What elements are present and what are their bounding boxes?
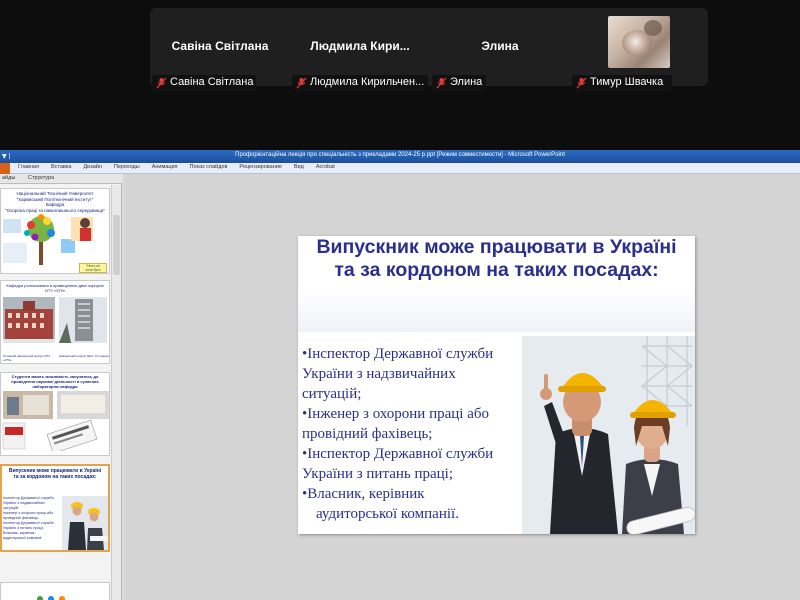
office-button[interactable] bbox=[0, 163, 10, 174]
scrollbar-thumb[interactable] bbox=[113, 215, 120, 275]
thumb-engineers-photo bbox=[62, 496, 108, 550]
participant-name-label: Савіна Світлана bbox=[152, 75, 256, 91]
thumb-text: Випускник може працювати в Україні та за… bbox=[8, 468, 102, 480]
video-blur bbox=[644, 20, 662, 36]
tab-animation[interactable]: Анимация bbox=[152, 164, 178, 170]
slides-pane-scrollbar[interactable] bbox=[111, 185, 121, 600]
tab-design[interactable]: Дизайн bbox=[83, 164, 102, 170]
tab-acrobat[interactable]: Acrobat bbox=[316, 164, 335, 170]
participant-display-name: Савіна Світлана bbox=[171, 39, 269, 53]
tab-slides[interactable]: айды bbox=[2, 175, 15, 181]
window-title: Профорієнтаційна лекція про спеціальніст… bbox=[235, 152, 565, 158]
mic-muted-icon bbox=[576, 77, 587, 89]
thumb-caption: Головний навчальний корпус НТУ «ХПІ» bbox=[3, 354, 51, 362]
slide-title: Випускник може працювати в Україні та за… bbox=[316, 236, 677, 281]
bullet-line: ситуацій; bbox=[302, 386, 362, 402]
thumb-text: Студенти мають можливість залучатись до … bbox=[11, 374, 99, 389]
engineers-illustration bbox=[522, 336, 695, 534]
slide-thumbnail-1[interactable]: Національний Технічний Університет "Харк… bbox=[0, 188, 110, 274]
bullet-line: •Інспектор Державної служби bbox=[302, 446, 494, 462]
thumb-caption: Навчальний корпус №10, 10 поверх bbox=[59, 354, 109, 358]
thumb-buildings-photo bbox=[3, 297, 107, 343]
participant-display-name: Элина bbox=[481, 39, 519, 53]
participant-video bbox=[608, 16, 670, 68]
mic-muted-icon bbox=[156, 77, 167, 89]
pane-tabs: айды Структура bbox=[0, 174, 122, 184]
current-slide[interactable]: Випускник може працювати в Україні та за… bbox=[298, 236, 695, 534]
slide-bullets[interactable]: •Інспектор Державної служби України з на… bbox=[302, 344, 522, 524]
thumb-callout: "Ніхто не хоче бути bbox=[79, 263, 107, 273]
thumb-lab-photos bbox=[2, 391, 109, 454]
tab-view[interactable]: Вид bbox=[294, 164, 304, 170]
bullet-line: провідний фахівець; bbox=[302, 426, 433, 442]
thumb-tree-illustration bbox=[3, 214, 93, 265]
video-gallery: Савіна Світлана Савіна Світлана Людмила … bbox=[150, 8, 708, 91]
thumb-text: Кафедра розташована в приміщеннях двох к… bbox=[6, 283, 104, 293]
mic-muted-icon bbox=[436, 77, 447, 89]
participant-name-label: Людмила Кирильчен... bbox=[292, 75, 428, 91]
participant-name-label: Тимур Швачка bbox=[572, 75, 672, 91]
slide-thumbnail-4[interactable]: Випускник може працювати в Україні та за… bbox=[0, 464, 110, 552]
tab-review[interactable]: Рецензирование bbox=[239, 164, 281, 170]
engineers-photo[interactable] bbox=[522, 336, 695, 534]
participant-display-name: Людмила Кири... bbox=[310, 39, 410, 53]
participant-tile-1[interactable]: Савіна Світлана Савіна Світлана bbox=[150, 8, 290, 91]
tab-transitions[interactable]: Переходы bbox=[114, 164, 140, 170]
ribbon-tabs: Главная Вставка Дизайн Переходы Анимация… bbox=[18, 164, 347, 170]
ribbon: Главная Вставка Дизайн Переходы Анимация… bbox=[0, 163, 800, 174]
powerpoint-window: ▼ | Профорієнтаційна лекція про спеціаль… bbox=[0, 150, 800, 600]
slide-editing-area: Випускник може працювати в Україні та за… bbox=[124, 174, 800, 600]
window-titlebar: ▼ | Профорієнтаційна лекція про спеціаль… bbox=[0, 150, 800, 163]
thumb-text: Національний Технічний Університет bbox=[16, 191, 94, 196]
participant-name-label: Элина bbox=[432, 75, 486, 91]
thumb-people-icons bbox=[37, 596, 65, 600]
bullet-line: •Інженер з охорони праці або bbox=[302, 406, 489, 422]
slide-thumbnail-5[interactable] bbox=[0, 582, 110, 600]
slide-title-box[interactable]: Випускник може працювати в Україні та за… bbox=[298, 236, 695, 332]
bullet-line: України з питань праці; bbox=[302, 466, 454, 482]
bullet-line: аудиторської компанії. bbox=[316, 506, 459, 522]
thumb-bullets: Інспектор Державної служби України з над… bbox=[3, 496, 54, 540]
tab-insert[interactable]: Вставка bbox=[51, 164, 71, 170]
tab-slideshow[interactable]: Показ слайдов bbox=[190, 164, 228, 170]
screen: Савіна Світлана Савіна Світлана Людмила … bbox=[0, 0, 800, 600]
slide-thumbnail-2[interactable]: Кафедра розташована в приміщеннях двох к… bbox=[0, 280, 110, 364]
slide-thumbnail-3[interactable]: Студенти мають можливість залучатись до … bbox=[0, 372, 110, 456]
participant-tile-3[interactable]: Элина Элина bbox=[430, 8, 570, 91]
bullet-line: •Власник, керівник bbox=[302, 486, 425, 502]
bullet-line: України з надзвичайних bbox=[302, 366, 456, 382]
tab-outline[interactable]: Структура bbox=[28, 175, 54, 181]
tab-home[interactable]: Главная bbox=[18, 164, 39, 170]
participant-tile-2[interactable]: Людмила Кири... Людмила Кирильчен... bbox=[290, 8, 430, 91]
participant-tile-4[interactable]: Тимур Швачка bbox=[570, 8, 708, 91]
slides-pane: айды Структура Національний Технічний Ун… bbox=[0, 174, 122, 600]
mic-muted-icon bbox=[296, 77, 307, 89]
bullet-line: •Інспектор Державної служби bbox=[302, 346, 494, 362]
